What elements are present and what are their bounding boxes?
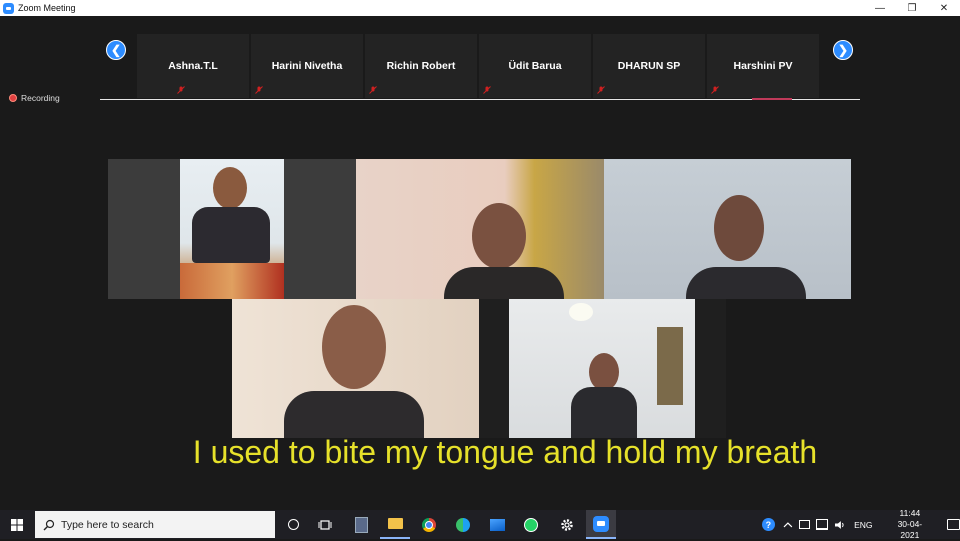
participant-name: Harshini PV bbox=[733, 60, 793, 72]
participant-tile[interactable]: Harini Nivetha bbox=[251, 34, 363, 98]
participant-video bbox=[604, 159, 851, 299]
recording-icon bbox=[9, 94, 17, 102]
title-bar: Zoom Meeting — ❐ ✕ bbox=[0, 0, 960, 16]
calculator-icon bbox=[354, 516, 368, 533]
speaker-icon[interactable] bbox=[834, 520, 846, 530]
mic-muted-icon bbox=[597, 86, 605, 94]
video-tile[interactable] bbox=[108, 159, 356, 299]
chrome-button[interactable] bbox=[414, 510, 444, 539]
search-icon bbox=[43, 519, 55, 530]
edge-icon bbox=[456, 517, 470, 532]
caption-text: I used to bite my tongue and hold my bre… bbox=[192, 434, 818, 470]
chevron-up-icon[interactable] bbox=[783, 521, 793, 529]
cortana-icon bbox=[287, 519, 299, 530]
mic-muted-icon bbox=[711, 86, 719, 94]
participant-video bbox=[509, 299, 695, 438]
photos-icon bbox=[489, 518, 505, 531]
restore-button[interactable]: ❐ bbox=[896, 0, 928, 16]
window-controls: — ❐ ✕ bbox=[864, 0, 960, 16]
mic-muted-icon bbox=[255, 86, 263, 94]
clock-time: 11:44 bbox=[899, 508, 921, 518]
settings-button[interactable] bbox=[552, 510, 582, 539]
minimize-button[interactable]: — bbox=[864, 0, 896, 16]
task-view-button[interactable] bbox=[310, 510, 340, 539]
mic-muted-icon bbox=[177, 86, 185, 94]
edge-button[interactable] bbox=[448, 510, 478, 539]
whatsapp-icon bbox=[524, 517, 538, 532]
recording-label: Recording bbox=[21, 93, 60, 103]
battery-icon[interactable] bbox=[798, 520, 811, 529]
participant-name: Richin Robert bbox=[386, 60, 456, 72]
strip-divider bbox=[100, 99, 860, 100]
participant-name: Üdit Barua bbox=[508, 60, 562, 72]
whatsapp-button[interactable] bbox=[516, 510, 546, 539]
zoom-icon bbox=[593, 515, 609, 532]
participant-tile[interactable]: Richin Robert bbox=[365, 34, 477, 98]
folder-icon bbox=[387, 518, 403, 529]
video-tile[interactable] bbox=[479, 299, 726, 438]
taskbar-search[interactable]: Type here to search bbox=[35, 511, 275, 538]
participant-tile[interactable]: Harshini PV bbox=[707, 34, 819, 98]
video-tile[interactable] bbox=[356, 159, 604, 299]
window-title: Zoom Meeting bbox=[18, 3, 76, 13]
next-page-button[interactable]: ❯ bbox=[833, 40, 853, 60]
start-button[interactable] bbox=[2, 510, 32, 539]
file-explorer-button[interactable] bbox=[380, 510, 410, 539]
participant-video bbox=[232, 299, 479, 438]
cortana-button[interactable] bbox=[278, 510, 308, 539]
clock[interactable]: 11:44 30-04-2021 bbox=[888, 508, 931, 541]
system-tray: ? ENG 11:44 30-04-2021 bbox=[762, 508, 960, 541]
clock-date: 30-04-2021 bbox=[897, 519, 923, 540]
participant-name: Ashna.T.L bbox=[168, 60, 218, 72]
gear-icon bbox=[561, 518, 573, 531]
participant-tile[interactable]: Ashna.T.L bbox=[137, 34, 249, 98]
participant-name: DHARUN SP bbox=[617, 60, 681, 72]
mic-muted-icon bbox=[483, 86, 491, 94]
windows-logo-icon bbox=[11, 518, 23, 531]
notifications-icon[interactable] bbox=[947, 519, 960, 530]
participant-tile[interactable]: DHARUN SP bbox=[593, 34, 705, 98]
video-tile[interactable] bbox=[232, 299, 479, 438]
task-view-icon bbox=[318, 519, 332, 530]
recording-indicator[interactable]: Recording bbox=[9, 93, 60, 103]
network-icon[interactable] bbox=[816, 519, 829, 530]
close-button[interactable]: ✕ bbox=[928, 0, 960, 16]
calculator-button[interactable] bbox=[346, 510, 376, 539]
zoom-taskbar-button[interactable] bbox=[586, 510, 616, 539]
participant-video bbox=[356, 159, 604, 299]
participant-strip: Ashna.T.L Harini Nivetha Richin Robert Ü… bbox=[100, 34, 860, 98]
active-speaker-indicator bbox=[752, 98, 792, 100]
mic-muted-icon bbox=[369, 86, 377, 94]
search-placeholder: Type here to search bbox=[61, 518, 154, 531]
windows-taskbar: Type here to search ? ENG 11:44 30-04-20… bbox=[0, 508, 960, 541]
participant-video bbox=[180, 159, 284, 299]
chrome-icon bbox=[422, 517, 436, 532]
help-icon[interactable]: ? bbox=[762, 518, 775, 531]
participant-tile[interactable]: Üdit Barua bbox=[479, 34, 591, 98]
meeting-area: Recording ❮ Ashna.T.L Harini Nivetha Ric… bbox=[0, 16, 960, 510]
photos-button[interactable] bbox=[482, 510, 512, 539]
zoom-logo-icon bbox=[3, 2, 14, 14]
language-indicator[interactable]: ENG bbox=[854, 520, 872, 530]
participant-name: Harini Nivetha bbox=[271, 60, 343, 72]
video-tile[interactable] bbox=[604, 159, 851, 299]
